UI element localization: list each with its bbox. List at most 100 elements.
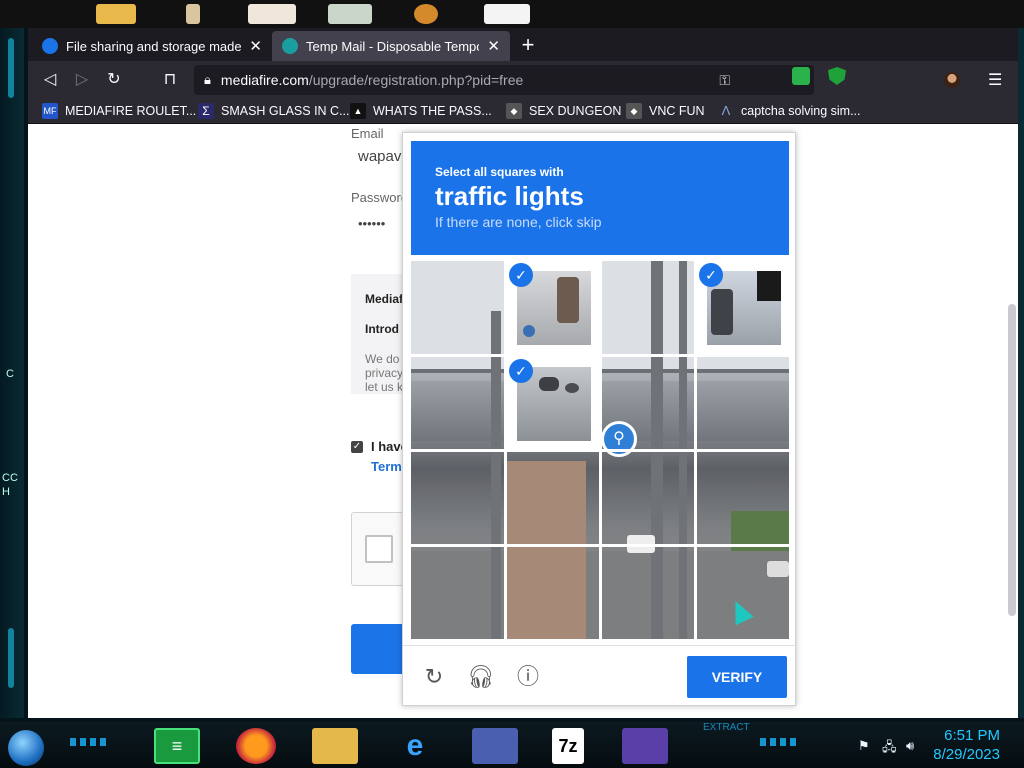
- selected-check-icon: ✓: [509, 359, 533, 383]
- triangle-bookmark-icon: ▲: [350, 103, 366, 119]
- mediafire-bookmark-icon: MF: [42, 103, 58, 119]
- bookmarks-bar: MF MEDIAFIRE ROULET... Σ SMASH GLASS IN …: [28, 99, 1018, 124]
- traffic-light-icon: [557, 277, 579, 323]
- captcha-instruction: Select all squares with: [435, 165, 564, 179]
- lambda-bookmark-icon: Λ: [721, 103, 731, 118]
- extension-green-icon[interactable]: [792, 67, 810, 85]
- clock-date[interactable]: 8/29/2023: [933, 746, 1000, 763]
- reload-icon[interactable]: ↻: [421, 664, 447, 690]
- taskbar-gameboy-icon[interactable]: [622, 728, 668, 764]
- captcha-footer: ↻ 🎧︎ ⓘ VERIFY: [403, 645, 795, 705]
- terms-line: let us k: [365, 380, 404, 394]
- desktop-glow: [8, 38, 14, 98]
- url-path: /upgrade/registration.php?pid=free: [308, 72, 524, 88]
- taskbar: EXTRACT ≡ e 7z ⚑ 🖧︎ 🔊︎ 6:51 PM 8/29/2023: [0, 722, 1024, 768]
- traffic-light-icon: [539, 377, 559, 391]
- new-tab-button[interactable]: +: [516, 34, 540, 58]
- tab-mediafire[interactable]: File sharing and storage made simple ✕: [32, 31, 272, 61]
- bookmark-item[interactable]: Σ SMASH GLASS IN C...: [198, 103, 350, 119]
- bookmark-icon[interactable]: ⊓: [160, 70, 180, 90]
- desktop-label: C: [6, 368, 14, 380]
- tile-shadow: [757, 271, 781, 301]
- start-button[interactable]: [8, 730, 44, 766]
- taskbar-firefox-icon[interactable]: [236, 728, 276, 764]
- reload-icon[interactable]: ↻: [104, 70, 124, 90]
- email-field[interactable]: wapav: [358, 148, 401, 165]
- recaptcha-checkbox[interactable]: [365, 535, 393, 563]
- taskbar-7zip-icon[interactable]: 7z: [552, 728, 584, 764]
- terms-title: Mediaf: [365, 292, 404, 306]
- terms-intro: Introd: [365, 322, 399, 336]
- taskbar-folder-icon[interactable]: [312, 728, 358, 764]
- bookmark-label: MEDIAFIRE ROULET...: [65, 104, 197, 118]
- gem-bookmark-icon: ◆: [626, 103, 642, 119]
- forward-icon[interactable]: ▷: [72, 70, 92, 90]
- terms-line: We do: [365, 352, 400, 366]
- bookmark-item[interactable]: Λ captcha solving sim...: [718, 103, 861, 119]
- back-icon[interactable]: ◁: [40, 70, 60, 90]
- password-label: Password: [351, 190, 409, 205]
- taskbar-decoration: [760, 738, 800, 746]
- menu-icon[interactable]: ☰: [988, 70, 1002, 90]
- taskbar-card-icon[interactable]: [472, 728, 518, 764]
- extract-watermark: EXTRACT: [703, 722, 750, 733]
- close-icon[interactable]: ✕: [487, 37, 500, 55]
- taskbar-ie-icon[interactable]: e: [392, 728, 438, 764]
- headphones-icon[interactable]: 🎧︎: [467, 664, 495, 690]
- avatar[interactable]: [944, 72, 960, 88]
- selected-check-icon: ✓: [509, 263, 533, 287]
- terms-link[interactable]: Term: [371, 459, 402, 474]
- captcha-hint: If there are none, click skip: [435, 214, 602, 230]
- info-icon[interactable]: ⓘ: [515, 664, 541, 690]
- clock-time[interactable]: 6:51 PM: [944, 727, 1000, 744]
- bookmark-label: VNC FUN: [649, 104, 705, 118]
- traffic-light-lamp: [523, 325, 535, 337]
- flag-icon[interactable]: ⚑: [858, 738, 870, 754]
- desktop-label: CC: [2, 472, 18, 484]
- desktop-glow: [8, 628, 14, 688]
- url-domain: mediafire.com: [220, 72, 309, 88]
- terms-line: privacy: [365, 366, 404, 380]
- bookmark-label: WHATS THE PASS...: [373, 104, 492, 118]
- verify-button[interactable]: VERIFY: [687, 656, 787, 698]
- agree-checkbox[interactable]: ✓: [351, 441, 363, 453]
- lock-icon: 🔒︎: [204, 72, 211, 87]
- tab-title: Temp Mail - Disposable Temporary Email: [306, 38, 479, 54]
- password-field[interactable]: ••••••: [358, 216, 385, 231]
- desktop-game-icon[interactable]: [328, 4, 372, 24]
- desktop-app-icon[interactable]: [186, 4, 200, 24]
- taskbar-notes-icon[interactable]: ≡: [154, 728, 200, 764]
- bookmark-label: SMASH GLASS IN C...: [221, 104, 350, 118]
- sigma-bookmark-icon: Σ: [198, 103, 214, 119]
- page-scrollbar[interactable]: [1008, 304, 1016, 616]
- taskbar-decoration: [70, 738, 110, 746]
- tab-title: File sharing and storage made simple: [66, 38, 242, 54]
- bookmark-item[interactable]: ◆ VNC FUN: [626, 103, 705, 119]
- bookmark-item[interactable]: MF MEDIAFIRE ROULET...: [42, 103, 196, 119]
- bookmark-label: SEX DUNGEON: [529, 104, 622, 118]
- captcha-header: Select all squares with traffic lights I…: [411, 141, 789, 255]
- bookmark-label: captcha solving sim...: [741, 104, 861, 118]
- bookmark-item[interactable]: ◆ SEX DUNGEON: [506, 103, 621, 119]
- extension-shield-icon[interactable]: [828, 67, 846, 85]
- nav-bar: ◁ ▷ ↻ ⊓ 🔒︎ mediafire.com /upgrade/regist…: [28, 61, 1018, 99]
- captcha-image-grid[interactable]: ⚲ ✓ ✓ ✓: [411, 261, 789, 639]
- desktop-top-strip: [0, 0, 1024, 28]
- desktop-file-icon[interactable]: [248, 4, 296, 24]
- desktop-doc-icon[interactable]: [484, 4, 530, 24]
- desktop-left-edge: C CC H: [0, 28, 24, 718]
- bookmark-item[interactable]: ▲ WHATS THE PASS...: [350, 103, 492, 119]
- desktop-label: H: [2, 486, 10, 498]
- volume-icon[interactable]: 🔊︎: [906, 738, 914, 754]
- url-bar[interactable]: 🔒︎ mediafire.com /upgrade/registration.p…: [194, 65, 814, 95]
- desktop-ball-icon[interactable]: [414, 4, 438, 24]
- traffic-light-icon: [711, 289, 733, 335]
- traffic-light-lamp: [565, 383, 579, 393]
- email-label: Email: [351, 126, 384, 141]
- network-icon[interactable]: 🖧︎: [882, 738, 897, 760]
- desktop-folder-icon[interactable]: [96, 4, 136, 24]
- key-icon[interactable]: ⚿: [719, 72, 730, 89]
- close-icon[interactable]: ✕: [249, 37, 262, 55]
- captcha-target: traffic lights: [435, 181, 584, 211]
- tab-temp-mail[interactable]: Temp Mail - Disposable Temporary Email ✕: [272, 31, 510, 61]
